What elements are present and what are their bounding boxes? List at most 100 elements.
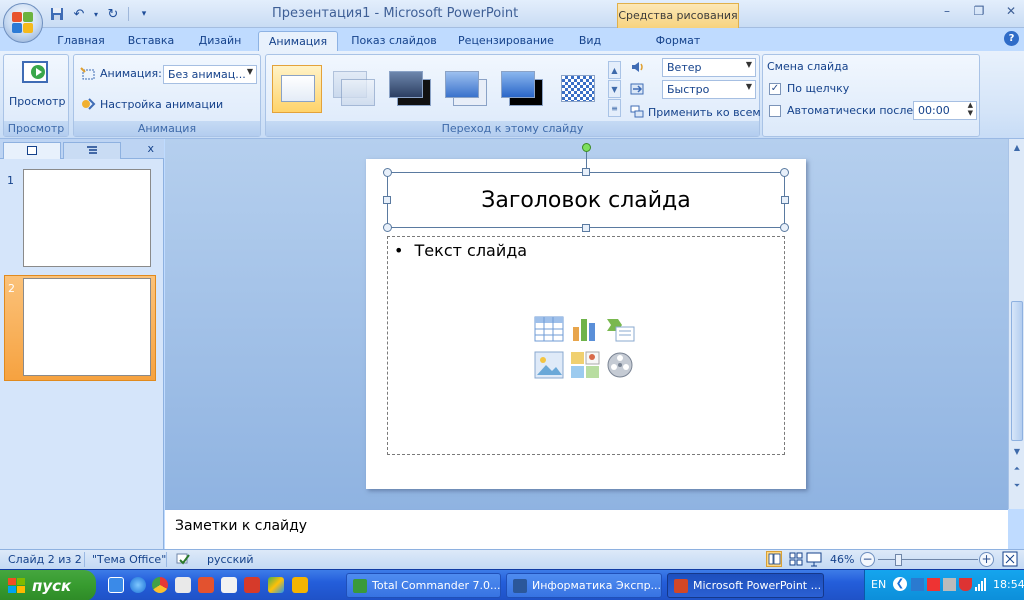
normal-view-icon[interactable] xyxy=(766,551,782,570)
transition-cut-black[interactable] xyxy=(496,65,546,113)
drive-icon[interactable] xyxy=(268,577,284,593)
undo-icon[interactable]: ↶ xyxy=(70,5,88,23)
antivirus-icon[interactable] xyxy=(959,578,972,591)
slide-thumbnail-1[interactable] xyxy=(23,169,151,267)
insert-media-icon[interactable] xyxy=(606,351,636,379)
chrome-icon[interactable] xyxy=(152,577,168,593)
auto-after-time-input[interactable]: 00:00 ▲ ▼ xyxy=(913,101,977,120)
preview-button[interactable]: Просмотр xyxy=(9,95,65,108)
resize-handle[interactable] xyxy=(383,196,391,204)
task-total-commander[interactable]: Total Commander 7.0... xyxy=(346,573,501,598)
zoom-slider-thumb[interactable] xyxy=(895,554,902,566)
on-click-checkbox[interactable]: ✓ По щелчку xyxy=(769,82,849,95)
resize-handle[interactable] xyxy=(383,168,392,177)
spelling-check-icon[interactable] xyxy=(175,551,191,570)
resize-handle[interactable] xyxy=(780,168,789,177)
transition-fade-black[interactable] xyxy=(384,65,434,113)
animation-select[interactable]: Без анимац... ▼ xyxy=(163,65,257,84)
gallery-more-button[interactable]: ≡ xyxy=(608,99,621,117)
total-commander-icon[interactable] xyxy=(175,577,191,593)
resize-handle[interactable] xyxy=(780,223,789,232)
rotation-handle[interactable] xyxy=(582,143,591,152)
gallery-up-button[interactable]: ▲ xyxy=(608,61,621,79)
tab-format[interactable]: Формат xyxy=(640,31,716,51)
tray-app-icon[interactable] xyxy=(911,578,924,591)
next-slide-button[interactable]: ⏷ xyxy=(1010,479,1024,493)
resize-handle[interactable] xyxy=(781,196,789,204)
tab-design[interactable]: Дизайн xyxy=(192,31,248,51)
close-icon[interactable]: ✕ xyxy=(1004,4,1018,18)
resize-handle[interactable] xyxy=(383,223,392,232)
tab-insert[interactable]: Вставка xyxy=(122,31,180,51)
insert-table-icon[interactable] xyxy=(534,315,564,343)
tab-view[interactable]: Вид xyxy=(570,31,610,51)
redo-icon[interactable]: ↻ xyxy=(104,5,122,23)
tray-app-icon[interactable] xyxy=(927,578,940,591)
fit-to-window-icon[interactable] xyxy=(1002,551,1018,570)
transition-sound-select[interactable]: Ветер ▼ xyxy=(662,58,756,77)
signal-icon[interactable] xyxy=(975,578,988,591)
zoom-slider-track[interactable] xyxy=(878,559,978,560)
transition-fade-smooth[interactable] xyxy=(328,65,378,113)
minimize-icon[interactable]: – xyxy=(940,4,954,18)
task-informatics-doc[interactable]: Информатика Экспр... xyxy=(506,573,662,598)
opera-icon[interactable] xyxy=(198,577,214,593)
scroll-down-button[interactable]: ▼ xyxy=(1010,445,1024,459)
notes-pane[interactable]: Заметки к слайду xyxy=(165,509,1008,549)
auto-after-checkbox[interactable]: Автоматически после: xyxy=(769,104,917,117)
network-icon[interactable] xyxy=(943,578,956,591)
show-desktop-icon[interactable] xyxy=(108,577,124,593)
language-indicator[interactable]: EN xyxy=(871,578,886,591)
tab-animation[interactable]: Анимация xyxy=(258,31,338,51)
transition-none[interactable] xyxy=(272,65,322,113)
tab-slides[interactable] xyxy=(3,142,61,159)
slide-thumbnail-2[interactable] xyxy=(23,278,151,376)
transition-cut[interactable] xyxy=(440,65,490,113)
language-indicator[interactable]: русский xyxy=(207,553,254,566)
zoom-in-button[interactable]: + xyxy=(979,552,994,567)
preview-icon[interactable] xyxy=(21,58,51,88)
help-icon[interactable]: ? xyxy=(1004,31,1019,46)
chevron-left-icon[interactable]: ❮ xyxy=(893,577,907,591)
chevron-down-icon[interactable]: ▾ xyxy=(92,5,100,23)
task-powerpoint[interactable]: Microsoft PowerPoint ... xyxy=(667,573,824,598)
internet-explorer-icon[interactable] xyxy=(130,577,146,593)
zoom-level[interactable]: 46% xyxy=(830,553,854,566)
zoom-out-button[interactable]: − xyxy=(860,552,875,567)
insert-clipart-icon[interactable] xyxy=(570,351,600,379)
scroll-thumb[interactable] xyxy=(1011,301,1023,441)
resize-handle[interactable] xyxy=(582,168,590,176)
tab-slide-show[interactable]: Показ слайдов xyxy=(346,31,442,51)
status-divider xyxy=(166,552,167,567)
slide-thumbnail-selected-frame[interactable]: 2 xyxy=(4,275,156,381)
save-icon[interactable] xyxy=(48,5,66,23)
previous-slide-button[interactable]: ⏶ xyxy=(1010,462,1024,476)
restore-icon[interactable]: ❐ xyxy=(972,4,986,18)
slide-sorter-icon[interactable] xyxy=(788,551,804,570)
insert-picture-icon[interactable] xyxy=(534,351,564,379)
tab-outline[interactable] xyxy=(63,142,121,159)
content-placeholder[interactable]: • Текст слайда xyxy=(387,236,785,455)
app-icon[interactable] xyxy=(292,577,308,593)
tab-review[interactable]: Рецензирование xyxy=(452,31,560,51)
word-icon[interactable] xyxy=(221,577,237,593)
office-button[interactable] xyxy=(3,3,43,43)
insert-smartart-icon[interactable] xyxy=(606,315,636,343)
gallery-down-button[interactable]: ▼ xyxy=(608,80,621,98)
apply-to-all-button[interactable]: Применить ко всем xyxy=(648,106,761,119)
tab-home[interactable]: Главная xyxy=(52,31,110,51)
transition-speed-select[interactable]: Быстро ▼ xyxy=(662,80,756,99)
resize-handle[interactable] xyxy=(582,224,590,232)
spinner-icon[interactable]: ▲ ▼ xyxy=(968,101,973,117)
insert-chart-icon[interactable] xyxy=(570,315,600,343)
vertical-scrollbar[interactable]: ▲ ▼ ⏶ ⏷ xyxy=(1008,139,1024,509)
custom-animation-button[interactable]: Настройка анимации xyxy=(100,98,223,111)
start-button[interactable]: пуск xyxy=(0,570,96,600)
scroll-up-button[interactable]: ▲ xyxy=(1010,141,1024,155)
transition-dissolve[interactable] xyxy=(552,65,602,113)
title-placeholder[interactable]: Заголовок слайда xyxy=(387,172,785,228)
close-panel-icon[interactable]: x xyxy=(147,142,154,155)
slide-show-icon[interactable] xyxy=(806,551,822,570)
media-icon[interactable] xyxy=(244,577,260,593)
customize-qat-icon[interactable]: ▾ xyxy=(135,5,153,23)
